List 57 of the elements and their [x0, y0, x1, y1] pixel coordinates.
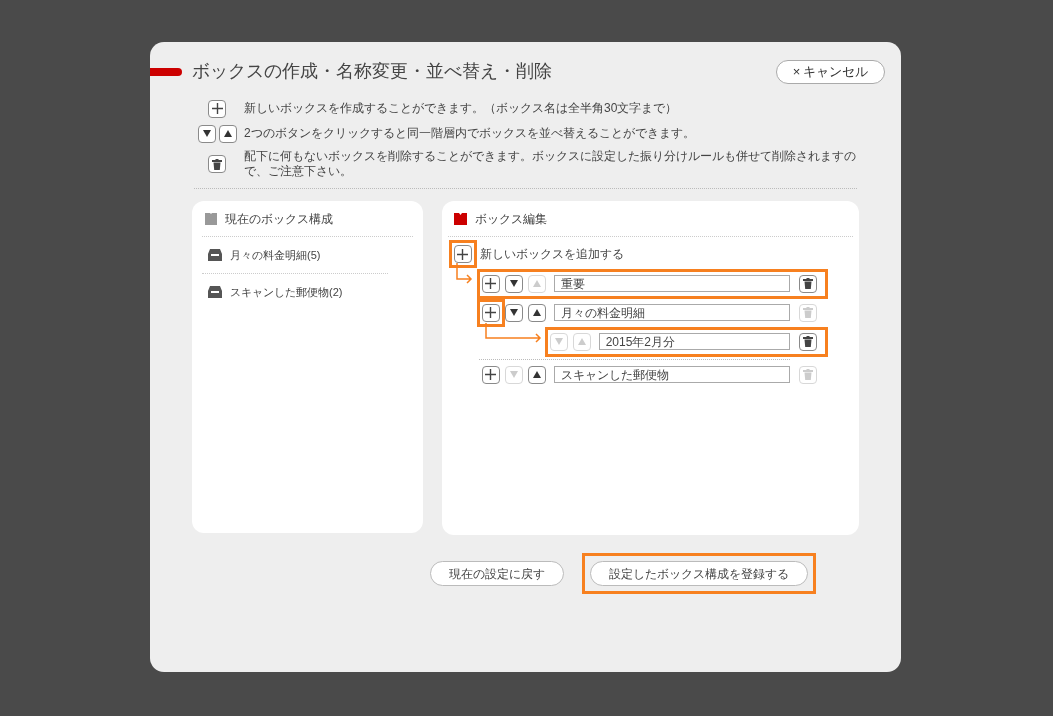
- plus-icon: [457, 248, 469, 260]
- cancel-button[interactable]: × キャンセル: [776, 59, 885, 84]
- plus-icon: [485, 307, 497, 318]
- panel-title: ボックス編集: [474, 211, 547, 228]
- add-box-label: 新しいボックスを追加する: [479, 246, 624, 263]
- down-triangle-icon: [509, 309, 518, 316]
- book-icon: [453, 213, 467, 225]
- box-name-field[interactable]: スキャンした郵便物: [553, 366, 790, 383]
- title-accent: [150, 67, 182, 76]
- up-triangle-icon: [532, 309, 541, 316]
- add-child-button[interactable]: [476, 298, 505, 327]
- add-box-button[interactable]: [448, 240, 477, 268]
- box-name-field[interactable]: 月々の料金明細: [553, 304, 790, 321]
- trash-icon: [212, 158, 222, 170]
- move-up-button[interactable]: [527, 365, 546, 384]
- up-triangle-icon: [532, 280, 541, 287]
- footer-button[interactable]: 現在の設定に戻す: [430, 561, 564, 586]
- down-triangle-icon: [202, 130, 211, 137]
- down-triangle-icon: [509, 371, 518, 378]
- callout-arrow: [483, 323, 542, 343]
- trash-icon: [803, 336, 813, 347]
- delete-button[interactable]: [799, 332, 817, 351]
- callout-arrow: [454, 263, 473, 285]
- dialog-title: ボックスの作成・名称変更・並べ替え・削除: [192, 60, 552, 83]
- tray-icon: [208, 249, 222, 261]
- up-triangle-icon: [577, 338, 586, 345]
- down-triangle-icon: [554, 338, 563, 345]
- help-text: 配下に何もないボックスを削除することができます。ボックスに設定した振り分けルールも併せて削除されますので、ご注意下さい。: [244, 149, 857, 179]
- move-down-button[interactable]: [504, 274, 523, 293]
- footer-button[interactable]: 設定したボックス構成を登録する: [582, 553, 816, 594]
- plus-icon: [485, 278, 497, 289]
- book-icon: [205, 213, 217, 225]
- trash-icon: [803, 307, 813, 318]
- box-item[interactable]: 月々の料金明細(5): [230, 246, 321, 264]
- close-icon: ×: [792, 61, 801, 82]
- add-child-button[interactable]: [481, 274, 500, 293]
- box-item[interactable]: スキャンした郵便物(2): [230, 283, 343, 301]
- plus-icon: [211, 103, 223, 114]
- box-name-field[interactable]: 重要: [553, 275, 790, 292]
- up-triangle-icon: [223, 130, 232, 137]
- trash-icon: [803, 278, 813, 289]
- move-down-button[interactable]: [197, 124, 216, 143]
- delete-button[interactable]: [208, 155, 226, 173]
- down-triangle-icon: [509, 280, 518, 287]
- plus-icon: [485, 369, 497, 380]
- help-text: 2つのボタンをクリックすると同一階層内でボックスを並べ替えることができます。: [244, 126, 695, 141]
- help-text: 新しいボックスを作成することができます。（ボックス名は全半角30文字まで）: [244, 101, 678, 116]
- add-button[interactable]: [208, 99, 226, 118]
- delete-button[interactable]: [799, 274, 817, 293]
- move-up-button[interactable]: [527, 303, 546, 322]
- tray-icon: [208, 286, 222, 298]
- move-up-button[interactable]: [218, 124, 237, 143]
- box-name-field[interactable]: 2015年2月分: [598, 333, 790, 350]
- up-triangle-icon: [532, 371, 541, 378]
- trash-icon: [803, 369, 813, 380]
- add-child-button[interactable]: [481, 365, 500, 384]
- panel-title: 現在のボックス構成: [225, 211, 333, 228]
